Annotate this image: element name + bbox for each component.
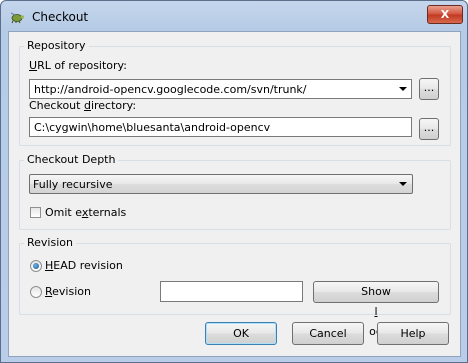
title-bar[interactable]: Checkout X xyxy=(1,1,467,31)
checkout-depth-group: Checkout Depth xyxy=(19,153,451,230)
chevron-down-icon[interactable] xyxy=(399,182,407,186)
depth-selected-value: Fully recursive xyxy=(33,178,113,191)
repository-group-title: Repository xyxy=(24,39,89,52)
depth-dropdown[interactable]: Fully recursive xyxy=(29,174,413,194)
revision-group-title: Revision xyxy=(24,236,76,249)
browse-url-button[interactable]: ... xyxy=(419,78,439,100)
browse-dir-button[interactable]: ... xyxy=(419,118,439,140)
head-revision-radio[interactable] xyxy=(30,260,42,272)
specific-revision-radio[interactable] xyxy=(30,286,42,298)
dialog-body: Repository URL of repository: http://and… xyxy=(8,31,461,357)
checkout-dir-label: Checkout directory: xyxy=(29,99,137,112)
tortoise-icon xyxy=(10,12,25,24)
window-title: Checkout xyxy=(32,10,89,24)
show-log-button[interactable]: Show l og xyxy=(313,281,439,338)
url-label-text: RL of repository: xyxy=(37,59,127,72)
omit-externals-label[interactable]: Omit externals xyxy=(45,206,126,219)
head-revision-label[interactable]: HEAD revision xyxy=(45,259,123,272)
url-value: http://android-opencv.googlecode.com/svn… xyxy=(34,83,307,96)
specific-revision-label[interactable]: Revision xyxy=(45,285,91,298)
checkout-depth-group-title: Checkout Depth xyxy=(24,153,119,166)
cancel-button[interactable]: Cancel xyxy=(292,322,364,345)
revision-input[interactable] xyxy=(160,281,303,302)
url-label: URL of repository: xyxy=(29,59,127,72)
checkout-dialog: Checkout X Repository URL of repository:… xyxy=(0,0,468,363)
chevron-down-icon[interactable] xyxy=(399,87,407,91)
ok-button[interactable]: OK xyxy=(205,322,277,345)
close-button[interactable]: X xyxy=(427,5,463,24)
close-icon: X xyxy=(440,8,450,21)
url-combobox[interactable]: http://android-opencv.googlecode.com/svn… xyxy=(29,79,412,99)
help-button[interactable]: Help xyxy=(377,322,449,345)
checkout-dir-value: C:\cygwin\home\bluesanta\android-opencv xyxy=(34,121,271,134)
checkout-dir-input[interactable]: C:\cygwin\home\bluesanta\android-opencv xyxy=(29,117,412,137)
omit-externals-checkbox[interactable] xyxy=(30,207,41,218)
